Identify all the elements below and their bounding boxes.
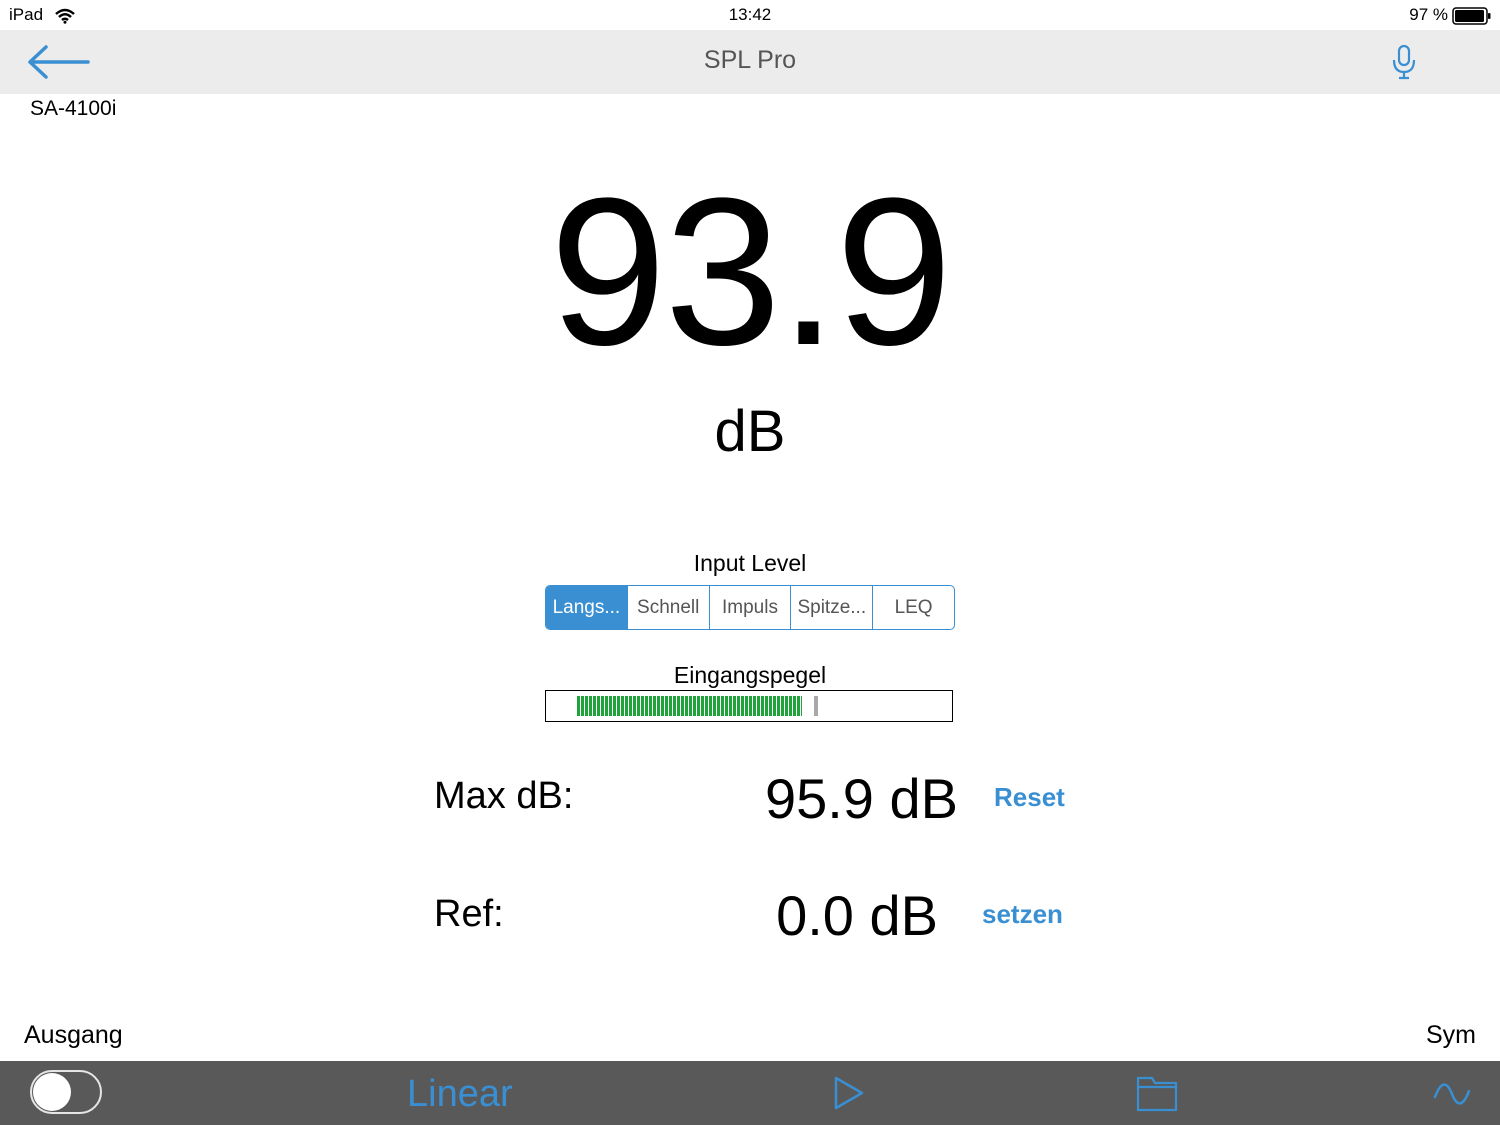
segment-langsam[interactable]: Langs... xyxy=(546,586,628,629)
spl-reading-unit: dB xyxy=(714,399,786,464)
battery-icon xyxy=(1452,7,1492,30)
bottom-toolbar: Linear xyxy=(0,1061,1500,1125)
page-title: SPL Pro xyxy=(703,46,797,74)
play-icon xyxy=(834,1076,864,1110)
device-name: SA-4100i xyxy=(30,97,117,120)
microphone-icon xyxy=(1392,44,1416,80)
set-reference-button[interactable]: setzen xyxy=(982,899,1063,930)
max-db-value: 95.9 dB xyxy=(764,767,958,830)
play-button[interactable] xyxy=(832,1075,866,1116)
spl-reading-value: 93.9 xyxy=(549,154,953,389)
output-toggle[interactable] xyxy=(30,1070,102,1114)
battery-percentage: 97 % xyxy=(1409,5,1448,24)
navigation-bar: SPL Pro xyxy=(0,30,1500,94)
response-time-segmented-control: Langs... Schnell Impuls Spitze... LEQ xyxy=(545,585,955,630)
toggle-knob xyxy=(33,1073,71,1111)
weighting-button[interactable]: Linear xyxy=(407,1073,513,1116)
microphone-button[interactable] xyxy=(1388,44,1420,80)
input-level-label: Input Level xyxy=(693,550,807,576)
segment-spitze[interactable]: Spitze... xyxy=(791,586,874,629)
segment-leq[interactable]: LEQ xyxy=(873,586,954,629)
sym-label: Sym xyxy=(1426,1021,1476,1049)
output-label: Ausgang xyxy=(24,1021,123,1049)
meter-peak-marker xyxy=(814,696,818,716)
status-bar: iPad 13:42 97 % xyxy=(0,0,1500,30)
max-db-label: Max dB: xyxy=(434,775,574,817)
segment-impuls[interactable]: Impuls xyxy=(710,586,792,629)
folder-icon xyxy=(1136,1076,1178,1112)
ref-label: Ref: xyxy=(434,893,504,935)
ref-value: 0.0 dB xyxy=(776,884,938,947)
input-level-meter xyxy=(545,690,953,722)
waveform-button[interactable] xyxy=(1432,1079,1472,1114)
input-meter-label: Eingangspegel xyxy=(673,662,827,688)
meter-fill xyxy=(577,696,802,716)
status-time: 13:42 xyxy=(728,5,772,24)
sine-wave-icon xyxy=(1433,1083,1471,1105)
segment-schnell[interactable]: Schnell xyxy=(628,586,710,629)
reset-button[interactable]: Reset xyxy=(994,782,1065,813)
folder-button[interactable] xyxy=(1136,1074,1178,1117)
